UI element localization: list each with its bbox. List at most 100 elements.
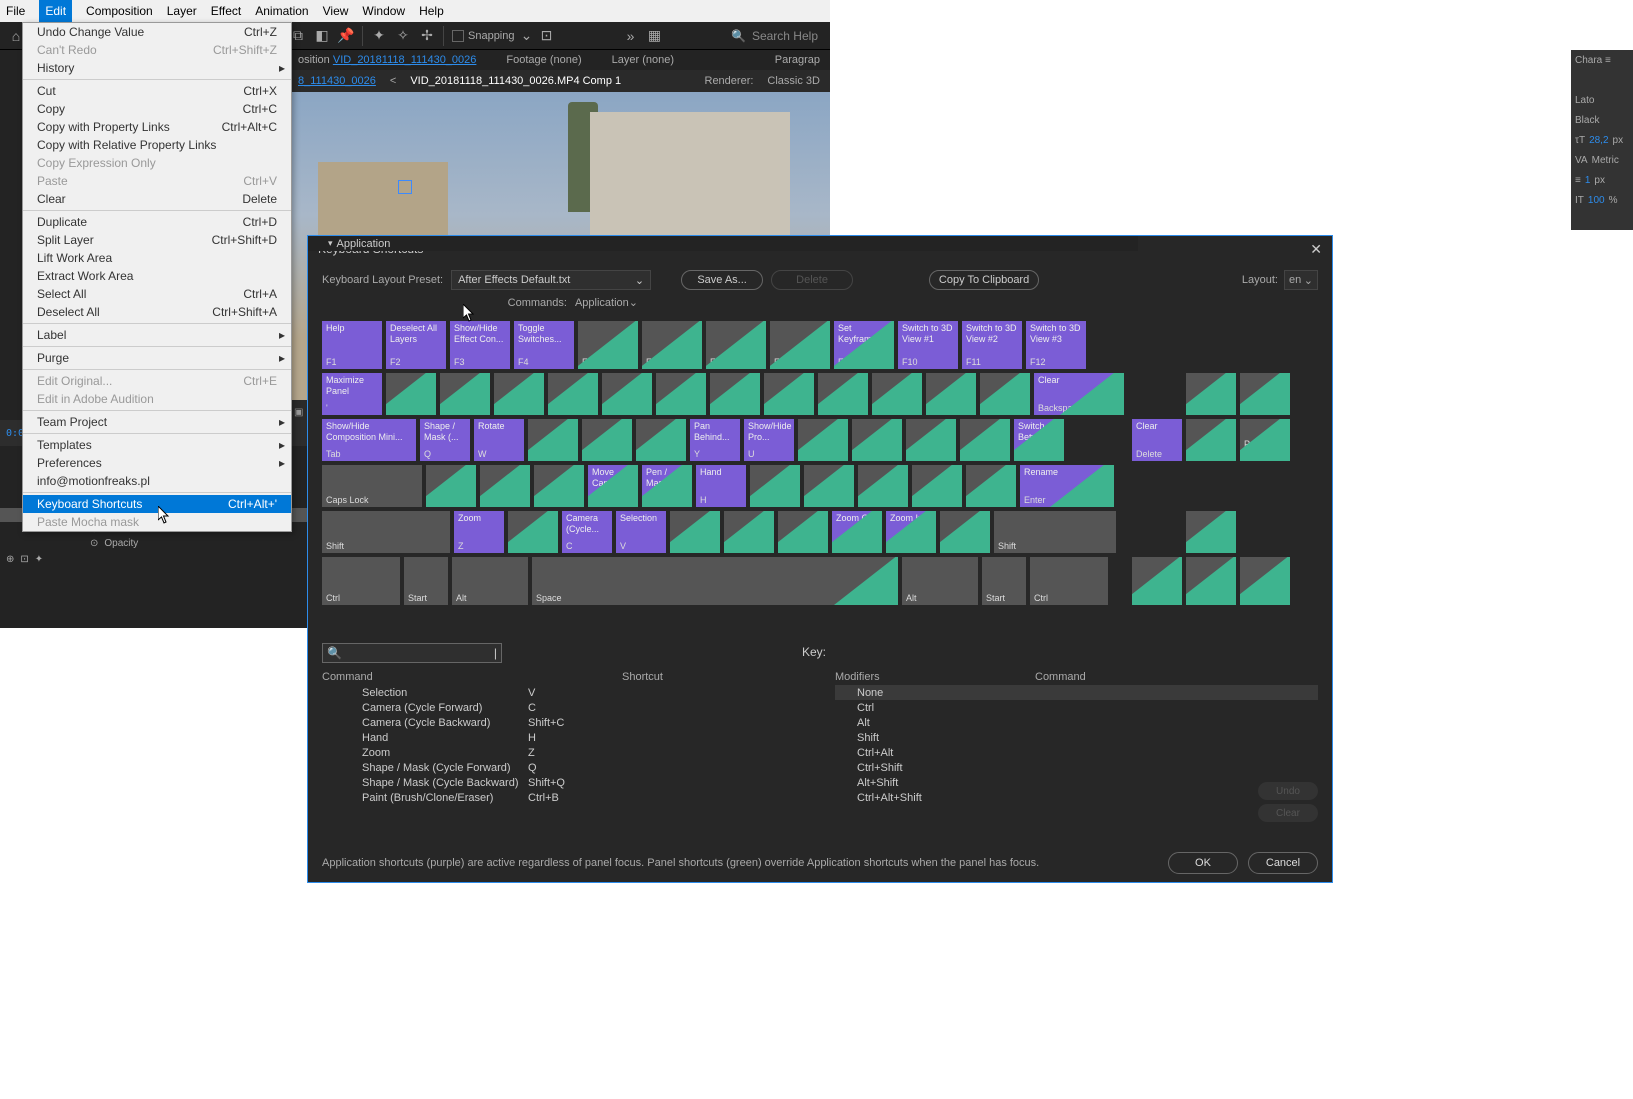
menu-item-copy[interactable]: CopyCtrl+C — [23, 100, 291, 118]
key-5[interactable]: 5 — [602, 373, 652, 415]
key-a[interactable]: A — [426, 465, 476, 507]
font-family[interactable]: Lato — [1571, 90, 1633, 110]
modifier-row-alt[interactable]: Alt — [835, 715, 1318, 730]
key-f9[interactable]: Set Keyframe t...F9 — [834, 321, 894, 369]
menu-item-lift-work-area[interactable]: Lift Work Area — [23, 249, 291, 267]
menu-item-undo-change-value[interactable]: Undo Change ValueCtrl+Z — [23, 23, 291, 41]
key--[interactable]: = — [980, 373, 1030, 415]
key-c[interactable]: Camera (Cycle...C — [562, 511, 612, 553]
key-f3[interactable]: Show/Hide Effect Con...F3 — [450, 321, 510, 369]
menu-item-label[interactable]: Label▸ — [23, 326, 291, 344]
key-3[interactable]: 3 — [494, 373, 544, 415]
tab-2[interactable]: VID_20181118_111430_0026.MP4 Comp 1 — [410, 75, 621, 87]
key-s[interactable]: S — [480, 465, 530, 507]
key--[interactable]: / — [940, 511, 990, 553]
menu-item-team-project[interactable]: Team Project▸ — [23, 413, 291, 431]
command-row[interactable]: Shape / Mask (Cycle Forward)Q — [322, 760, 805, 775]
command-row[interactable]: ZoomZ — [322, 745, 805, 760]
key-j[interactable]: J — [750, 465, 800, 507]
menu-item-deselect-all[interactable]: Deselect AllCtrl+Shift+A — [23, 303, 291, 321]
copy-clipboard-button[interactable]: Copy To Clipboard — [929, 270, 1039, 290]
key--[interactable]: [ — [960, 419, 1010, 461]
search-help[interactable]: 🔍Search Help — [731, 29, 818, 43]
save-as-button[interactable]: Save As... — [681, 270, 763, 290]
menu-item-preferences[interactable]: Preferences▸ — [23, 454, 291, 472]
key-4[interactable]: 4 — [548, 373, 598, 415]
modifier-row-ctrl-alt-shift[interactable]: Ctrl+Alt+Shift — [835, 790, 1318, 805]
modifier-row-none[interactable]: None — [835, 685, 1318, 700]
key-f12[interactable]: Switch to 3D View #3F12 — [1026, 321, 1086, 369]
command-row[interactable]: Camera (Cycle Forward)C — [322, 700, 805, 715]
app-group-row[interactable]: Application — [337, 238, 391, 250]
renderer-value[interactable]: Classic 3D — [767, 75, 820, 87]
command-row[interactable]: Camera (Cycle Backward)Shift+C — [322, 715, 805, 730]
key-z[interactable]: ZoomZ — [454, 511, 504, 553]
scale[interactable]: 100 — [1588, 195, 1605, 206]
menu-file[interactable]: File — [6, 4, 25, 18]
command-row[interactable]: HandH — [322, 730, 805, 745]
menu-item-split-layer[interactable]: Split LayerCtrl+Shift+D — [23, 231, 291, 249]
modifier-row-ctrl-shift[interactable]: Ctrl+Shift — [835, 760, 1318, 775]
key-space[interactable]: Space — [532, 557, 898, 605]
key-ctrl[interactable]: Ctrl — [322, 557, 400, 605]
key-v[interactable]: SelectionV — [616, 511, 666, 553]
key-f2[interactable]: Deselect All LayersF2 — [386, 321, 446, 369]
key-page-up[interactable]: Page Up — [1240, 373, 1290, 415]
key-move-camer-[interactable]: Move Camer... — [588, 465, 638, 507]
modifier-row-shift[interactable]: Shift — [835, 730, 1318, 745]
key-f5[interactable]: F5 — [578, 321, 638, 369]
key-start[interactable]: Start — [404, 557, 448, 605]
axis2-icon[interactable]: ✧ — [395, 28, 411, 44]
key-n[interactable]: N — [724, 511, 774, 553]
command-row[interactable]: Paint (Brush/Clone/Eraser)Ctrl+B — [322, 790, 805, 805]
command-search[interactable]: 🔍| — [322, 643, 502, 663]
layout-dropdown[interactable]: en⌄ — [1284, 270, 1318, 290]
key-y[interactable]: Pan Behind...Y — [690, 419, 740, 461]
search-input[interactable] — [346, 647, 490, 659]
key-6[interactable]: 6 — [656, 373, 706, 415]
preset-dropdown[interactable]: After Effects Default.txt⌄ — [451, 270, 651, 290]
key-left[interactable]: Left — [1132, 557, 1182, 605]
menu-item-duplicate[interactable]: DuplicateCtrl+D — [23, 213, 291, 231]
stamp-icon[interactable]: ⧉ — [290, 28, 306, 44]
key-shift[interactable]: Shift — [994, 511, 1116, 553]
key-m[interactable]: M — [778, 511, 828, 553]
menu-item-keyboard-shortcuts[interactable]: Keyboard ShortcutsCtrl+Alt+' — [23, 495, 291, 513]
menu-window[interactable]: Window — [362, 4, 405, 18]
key-delete[interactable]: ClearDelete — [1132, 419, 1182, 461]
key--[interactable]: Zoom In. — [886, 511, 936, 553]
font-size[interactable]: 28,2 — [1589, 135, 1608, 146]
key-start[interactable]: Start — [982, 557, 1026, 605]
key-x[interactable]: X — [508, 511, 558, 553]
modifier-row-ctrl-alt[interactable]: Ctrl+Alt — [835, 745, 1318, 760]
key-f7[interactable]: F7 — [706, 321, 766, 369]
fast-icon[interactable]: » — [623, 28, 639, 44]
key-f6[interactable]: F6 — [642, 321, 702, 369]
key-e[interactable]: E — [528, 419, 578, 461]
menu-item-select-all[interactable]: Select AllCtrl+A — [23, 285, 291, 303]
menu-item-templates[interactable]: Templates▸ — [23, 436, 291, 454]
key--[interactable]: - — [926, 373, 976, 415]
key-pen-mask-[interactable]: Pen / Mask... — [642, 465, 692, 507]
key-f11[interactable]: Switch to 3D View #2F11 — [962, 321, 1022, 369]
menu-item-extract-work-area[interactable]: Extract Work Area — [23, 267, 291, 285]
leading[interactable]: 1 — [1585, 175, 1591, 186]
menu-composition[interactable]: Composition — [86, 4, 153, 18]
key-home[interactable]: Home — [1186, 373, 1236, 415]
key-9[interactable]: 9 — [818, 373, 868, 415]
eraser-icon[interactable]: ◧ — [314, 28, 330, 44]
modifier-row-ctrl[interactable]: Ctrl — [835, 700, 1318, 715]
key-tab[interactable]: Show/Hide Composition Mini...Tab — [322, 419, 416, 461]
key-alt[interactable]: Alt — [902, 557, 978, 605]
key-caps-lock[interactable]: Caps Lock — [322, 465, 422, 507]
key-1[interactable]: 1 — [386, 373, 436, 415]
key-switch-betwee[interactable]: Switch Betwee — [1014, 419, 1064, 461]
key-u[interactable]: Show/Hide Pro...U — [744, 419, 794, 461]
command-row[interactable]: SelectionV — [322, 685, 805, 700]
key-7[interactable]: 7 — [710, 373, 760, 415]
key--[interactable]: Maximize Panel' — [322, 373, 382, 415]
commands-dropdown[interactable]: Application⌄ — [575, 296, 638, 309]
key-2[interactable]: 2 — [440, 373, 490, 415]
menu-animation[interactable]: Animation — [255, 4, 308, 18]
axis3-icon[interactable]: ✢ — [419, 28, 435, 44]
